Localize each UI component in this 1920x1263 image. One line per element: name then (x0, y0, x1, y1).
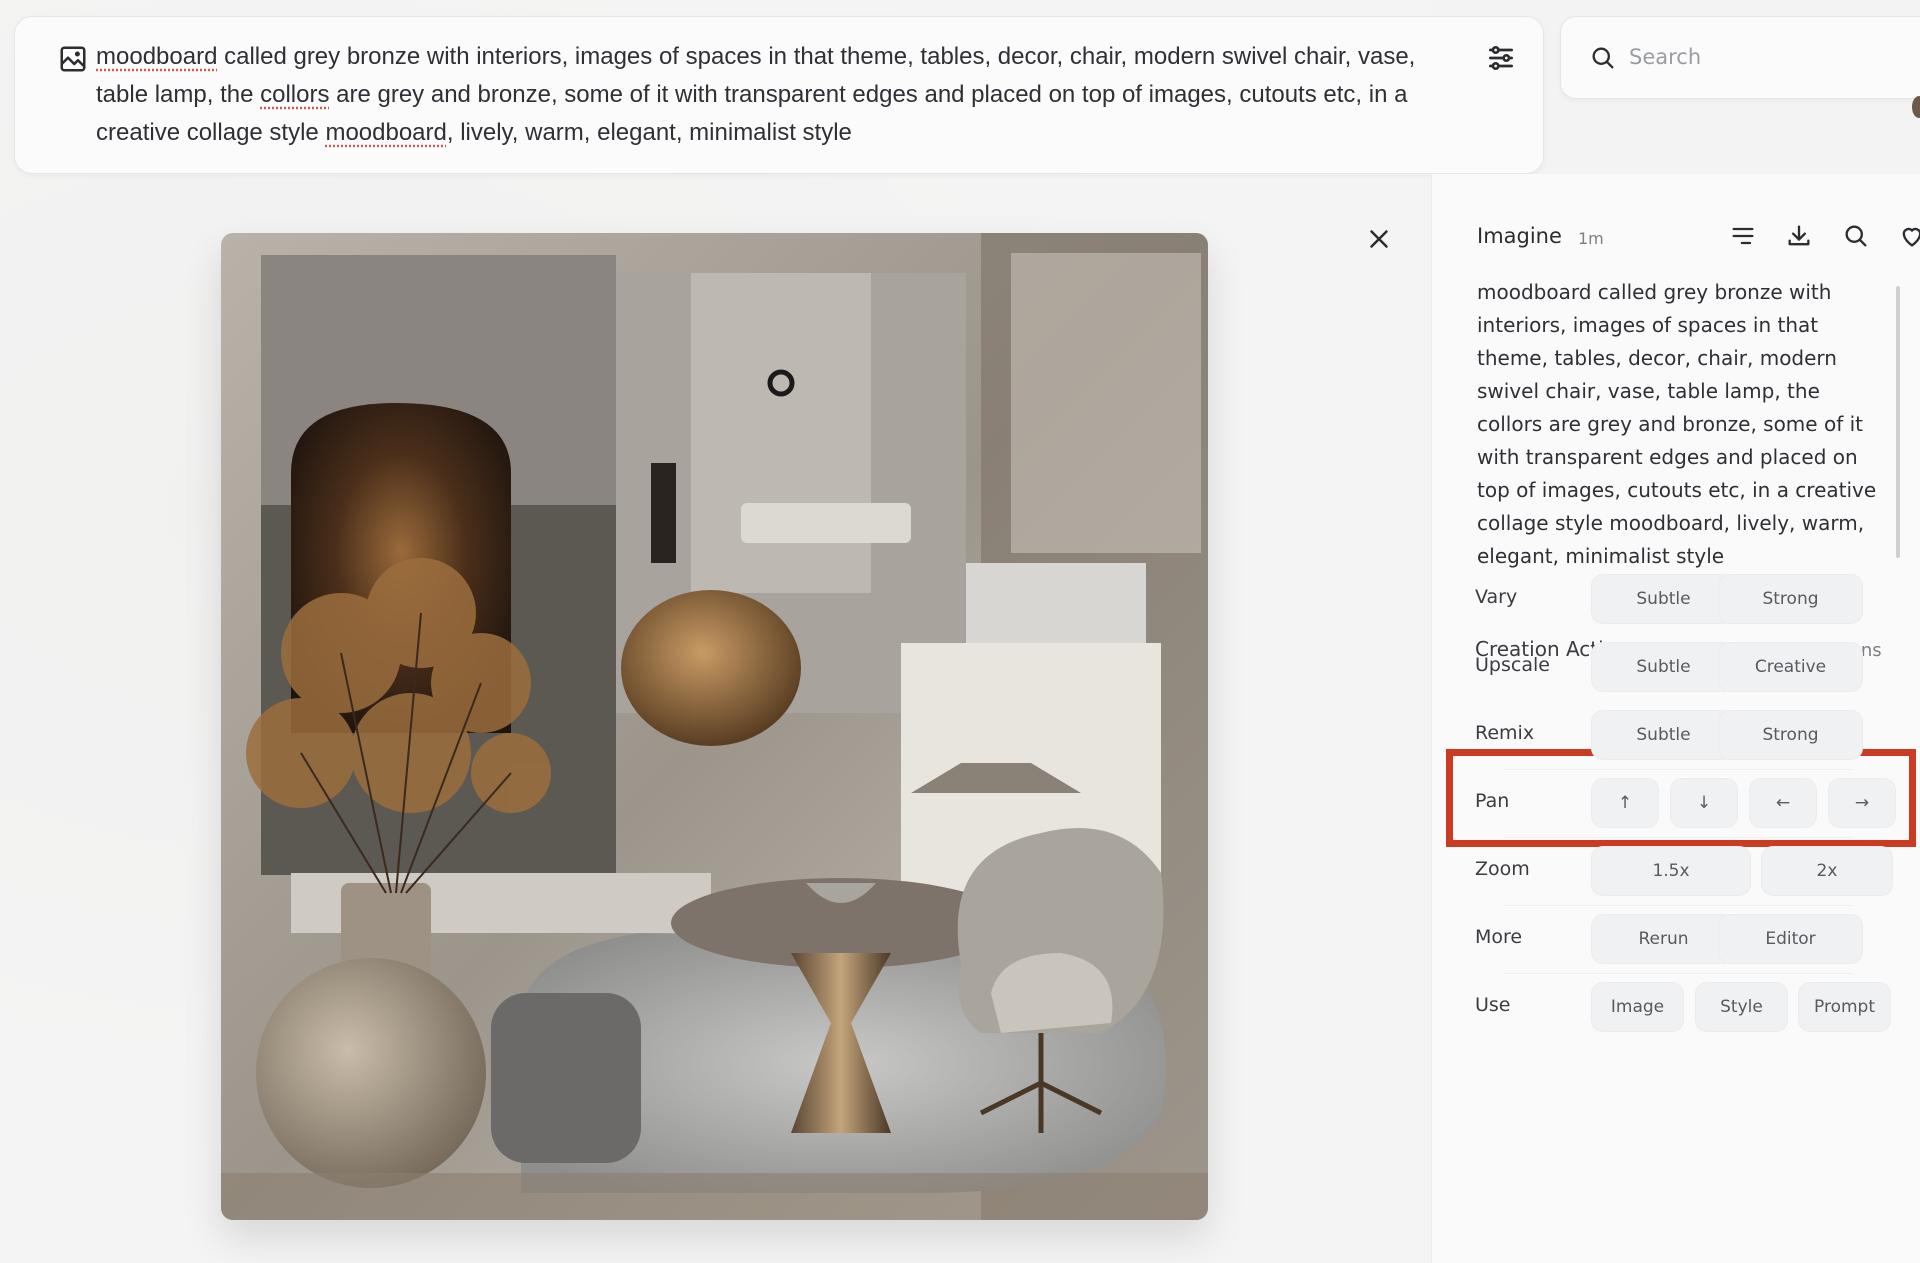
action-label-upscale: Upscale (1475, 654, 1550, 676)
misspelled-word: collors (260, 81, 330, 108)
action-row-vary: Vary Subtle Strong (1475, 574, 1895, 624)
more-editor-button[interactable]: Editor (1718, 914, 1863, 964)
image-icon (60, 46, 86, 72)
moodboard-collage (221, 233, 1208, 1220)
action-row-more: More Rerun Editor (1475, 914, 1895, 964)
use-style-button[interactable]: Style (1695, 982, 1788, 1032)
download-icon[interactable] (1785, 222, 1813, 250)
remix-subtle-button[interactable]: Subtle (1591, 710, 1736, 760)
upscale-subtle-button[interactable]: Subtle (1591, 642, 1736, 692)
zoom-2x-button[interactable]: 2x (1761, 846, 1893, 896)
prompt-bar[interactable]: moodboard called grey bronze with interi… (14, 16, 1544, 174)
action-label-use: Use (1475, 994, 1511, 1016)
panel-header: Imagine 1m (1477, 222, 1920, 254)
action-row-remix: Remix Subtle Strong (1475, 710, 1895, 760)
action-row-zoom: Zoom 1.5x 2x (1475, 846, 1895, 896)
action-row-pan: Pan ↑ ↓ ← → (1475, 778, 1896, 828)
action-label-zoom: Zoom (1475, 858, 1530, 880)
vary-strong-button[interactable]: Strong (1718, 574, 1863, 624)
use-image-button[interactable]: Image (1591, 982, 1684, 1032)
row-divider (1504, 905, 1854, 906)
panel-timestamp: 1m (1578, 229, 1604, 248)
close-icon[interactable] (1364, 224, 1394, 254)
avatar[interactable] (1912, 96, 1920, 118)
search-icon[interactable] (1842, 222, 1870, 250)
vary-subtle-button[interactable]: Subtle (1591, 574, 1736, 624)
prompt-segment: , lively, warm, elegant, minimalist styl… (446, 119, 852, 146)
use-prompt-button[interactable]: Prompt (1798, 982, 1891, 1032)
panel-title: Imagine (1477, 224, 1562, 248)
search-input[interactable] (1629, 37, 1909, 77)
prompt-text[interactable]: moodboard called grey bronze with interi… (96, 38, 1436, 152)
row-divider (1504, 837, 1854, 838)
pan-right-button[interactable]: → (1828, 778, 1896, 828)
action-row-upscale: Upscale Subtle Creative (1475, 642, 1895, 692)
action-label-remix: Remix (1475, 722, 1535, 744)
heart-icon[interactable] (1898, 222, 1920, 250)
sliders-icon[interactable] (1485, 41, 1517, 75)
scrollbar[interactable] (1896, 286, 1900, 558)
misspelled-word: moodboard (325, 119, 447, 146)
lines-menu-icon[interactable] (1729, 222, 1757, 250)
action-label-more: More (1475, 926, 1523, 948)
generated-image[interactable] (221, 233, 1208, 1220)
more-rerun-button[interactable]: Rerun (1591, 914, 1736, 964)
pan-left-button[interactable]: ← (1749, 778, 1817, 828)
pan-down-button[interactable]: ↓ (1670, 778, 1738, 828)
action-label-vary: Vary (1475, 586, 1518, 608)
upscale-creative-button[interactable]: Creative (1718, 642, 1863, 692)
action-label-pan: Pan (1475, 790, 1510, 812)
zoom-1-5x-button[interactable]: 1.5x (1591, 846, 1751, 896)
row-divider (1504, 973, 1854, 974)
row-divider (1504, 769, 1854, 770)
pan-up-button[interactable]: ↑ (1591, 778, 1659, 828)
search-icon (1592, 47, 1614, 69)
search-box[interactable] (1560, 16, 1920, 99)
action-row-use: Use Image Style Prompt (1475, 982, 1895, 1032)
details-panel: Imagine 1m moodboard called grey bronze … (1431, 174, 1920, 1263)
misspelled-word: moodboard (96, 43, 218, 70)
remix-strong-button[interactable]: Strong (1718, 710, 1863, 760)
prompt-description: moodboard called grey bronze with interi… (1477, 280, 1877, 568)
